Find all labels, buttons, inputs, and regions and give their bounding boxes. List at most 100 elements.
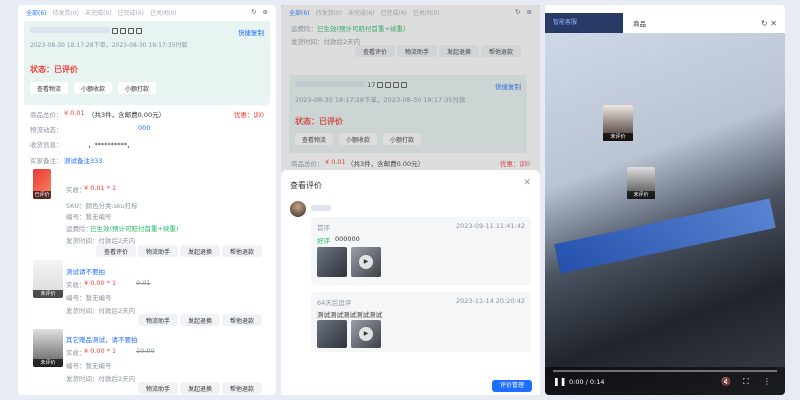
- follow-up-review: 64天后追评 2023-11-14 20:20:42 测试测试测试测试测试 ▶: [311, 292, 531, 352]
- rating-tag: 好评: [317, 237, 330, 245]
- right-tabs: 智能客服 商品 ↻ ✕: [545, 13, 785, 33]
- logistics-value[interactable]: 000: [138, 124, 150, 132]
- refund-button[interactable]: 帮他退款: [222, 382, 262, 394]
- add-icon[interactable]: ⊕: [263, 8, 268, 16]
- review-type-label: 首评: [317, 224, 330, 232]
- review-time: 2023-09-11 11:41:42: [455, 222, 525, 230]
- view-logistics-button[interactable]: 查看物流: [30, 82, 68, 94]
- item-title[interactable]: 其它赠品测试，请不要拍: [66, 334, 138, 344]
- item-code: 编号：暂无编号: [66, 362, 112, 370]
- mute-icon[interactable]: 🔇: [721, 377, 731, 386]
- close-icon[interactable]: ✕: [523, 178, 531, 188]
- start-return-button[interactable]: 发起退换: [180, 314, 220, 326]
- ship-time: 发货时间：付款后2天内: [66, 375, 136, 383]
- review-text: 000000: [335, 235, 360, 243]
- order-panel-left: 全部(6) 待发货(0) 未完成(6) 已完成(6) 已关闭(0) ↻ ⊕ 快捷复…: [18, 5, 276, 395]
- tab-smart-service[interactable]: 智能客服: [545, 13, 623, 33]
- video-time: 0:00 / 0:14: [569, 378, 605, 386]
- buyer-name: [311, 205, 331, 211]
- order-tabs: 全部(6) 待发货(0) 未完成(6) 已完成(6) 已关闭(0) ↻ ⊕: [18, 5, 276, 19]
- address-value: ，**********，: [88, 141, 134, 149]
- logistics-helper-button[interactable]: 物流助手: [138, 245, 178, 257]
- tab-all[interactable]: 全部(6): [26, 8, 47, 17]
- tab-finished[interactable]: 已完成(6): [118, 8, 145, 17]
- item-code: 编号：暂无编号: [66, 213, 112, 221]
- review-video[interactable]: ▶: [351, 320, 381, 348]
- shipping-insurance-label: 运费险：: [66, 225, 92, 233]
- tag-icon[interactable]: [136, 28, 143, 34]
- logistics-label: 物流动态：: [30, 126, 63, 134]
- more-icon[interactable]: ⋮: [763, 377, 771, 386]
- refresh-icon[interactable]: ↻: [761, 19, 770, 28]
- logistics-helper-button[interactable]: 物流助手: [138, 382, 178, 394]
- screen-thumbnail: 未评价: [627, 167, 655, 199]
- start-return-button[interactable]: 发起退换: [180, 382, 220, 394]
- total-value: ¥ 0.01: [64, 109, 85, 117]
- avatar: [290, 201, 306, 217]
- original-price: 10.00: [136, 347, 155, 355]
- item-title[interactable]: 测试请不要拍: [66, 266, 105, 276]
- review-time: 2023-11-14 20:20:42: [455, 297, 525, 305]
- order-card: 快捷复制 2023-08-30 18:17:28下单，2023-08-30 18…: [24, 21, 270, 105]
- order-times: 2023-08-30 18:17:28下单，2023-08-30 18:17:3…: [30, 42, 188, 49]
- product-thumbnail[interactable]: 未评价: [33, 329, 63, 367]
- view-review-button[interactable]: 查看评价: [96, 245, 136, 257]
- item-price: ¥ 0.00 * 1: [84, 279, 117, 287]
- order-number: [30, 27, 144, 35]
- screen-taskbar: [554, 198, 776, 274]
- product-thumbnail[interactable]: 已评价: [33, 169, 51, 199]
- review-video[interactable]: ▶: [351, 247, 381, 277]
- remark-label: 买家备注：: [30, 157, 63, 165]
- tab-pending-ship[interactable]: 待发货(0): [53, 8, 80, 17]
- pause-icon[interactable]: ❚❚: [553, 377, 566, 386]
- review-image[interactable]: [317, 320, 347, 348]
- review-image[interactable]: [317, 247, 347, 277]
- review-text: 测试测试测试测试测试: [317, 311, 382, 319]
- product-thumbnail[interactable]: 未评价: [33, 260, 63, 298]
- item-code: 编号：暂无编号: [66, 294, 112, 302]
- paid-label: 实收：: [66, 186, 86, 194]
- address-label: 收货信息：: [30, 141, 63, 149]
- review-manage-button[interactable]: 评价管理: [492, 380, 532, 392]
- review-type-label: 64天后追评: [317, 299, 352, 307]
- video-panel: 智能客服 商品 ↻ ✕ 未评价 未评价 ❚❚ 0:00 / 0:14 🔇 ⛶ ⋮: [545, 5, 785, 395]
- remark-value: 测试备注333: [64, 157, 103, 165]
- small-collect-button[interactable]: 小额收款: [74, 82, 112, 94]
- first-review: 首评 2023-09-11 11:41:42 好评 000000 ▶: [311, 217, 531, 285]
- item-price: ¥ 0.01 * 1: [84, 184, 117, 192]
- start-return-button[interactable]: 发起退换: [180, 245, 220, 257]
- review-badge: 未评价: [33, 290, 63, 298]
- refund-button[interactable]: 帮他退款: [222, 314, 262, 326]
- quick-copy-button[interactable]: 快捷复制: [238, 27, 264, 37]
- play-icon[interactable]: ▶: [359, 327, 373, 341]
- total-detail: （共3件，含邮费0.00元）: [88, 111, 166, 119]
- review-badge: 未评价: [33, 359, 63, 367]
- review-badge: 未评价: [603, 133, 633, 141]
- shipping-insurance-value: 已生效(预计可赔付首重+续重): [90, 225, 179, 233]
- play-icon[interactable]: ▶: [359, 255, 373, 269]
- original-price: 0.01: [136, 279, 151, 287]
- flag-icon[interactable]: [128, 28, 135, 34]
- item-sku: SKU：颜色分类:sku打标: [66, 202, 138, 210]
- screen-thumbnail: 未评价: [603, 105, 633, 141]
- close-icon[interactable]: ✕: [770, 19, 777, 28]
- review-dialog: 查看评价 ✕ 首评 2023-09-11 11:41:42 好评 000000 …: [281, 170, 540, 395]
- video-progress[interactable]: [553, 370, 777, 372]
- dialog-title: 查看评价: [290, 181, 322, 190]
- paid-label: 实收：: [66, 349, 86, 357]
- refresh-icon[interactable]: ↻: [251, 8, 256, 16]
- video-controls: ❚❚ 0:00 / 0:14 🔇 ⛶ ⋮: [545, 367, 785, 395]
- logistics-helper-button[interactable]: 物流助手: [138, 314, 178, 326]
- fullscreen-icon[interactable]: ⛶: [743, 377, 749, 387]
- video-player[interactable]: 未评价 未评价: [545, 33, 785, 395]
- refund-button[interactable]: 帮他退款: [222, 245, 262, 257]
- discount-select[interactable]: 优惠：训0: [234, 109, 264, 119]
- order-status: 状态：已评价: [30, 65, 78, 74]
- tab-unfinished[interactable]: 未完成(6): [85, 8, 112, 17]
- small-pay-button[interactable]: 小额打款: [118, 82, 156, 94]
- tab-closed[interactable]: 已关闭(0): [150, 8, 177, 17]
- copy-icon[interactable]: [112, 28, 119, 34]
- note-icon[interactable]: [120, 28, 127, 34]
- paid-label: 实收：: [66, 281, 86, 289]
- tab-product[interactable]: 商品: [633, 18, 646, 28]
